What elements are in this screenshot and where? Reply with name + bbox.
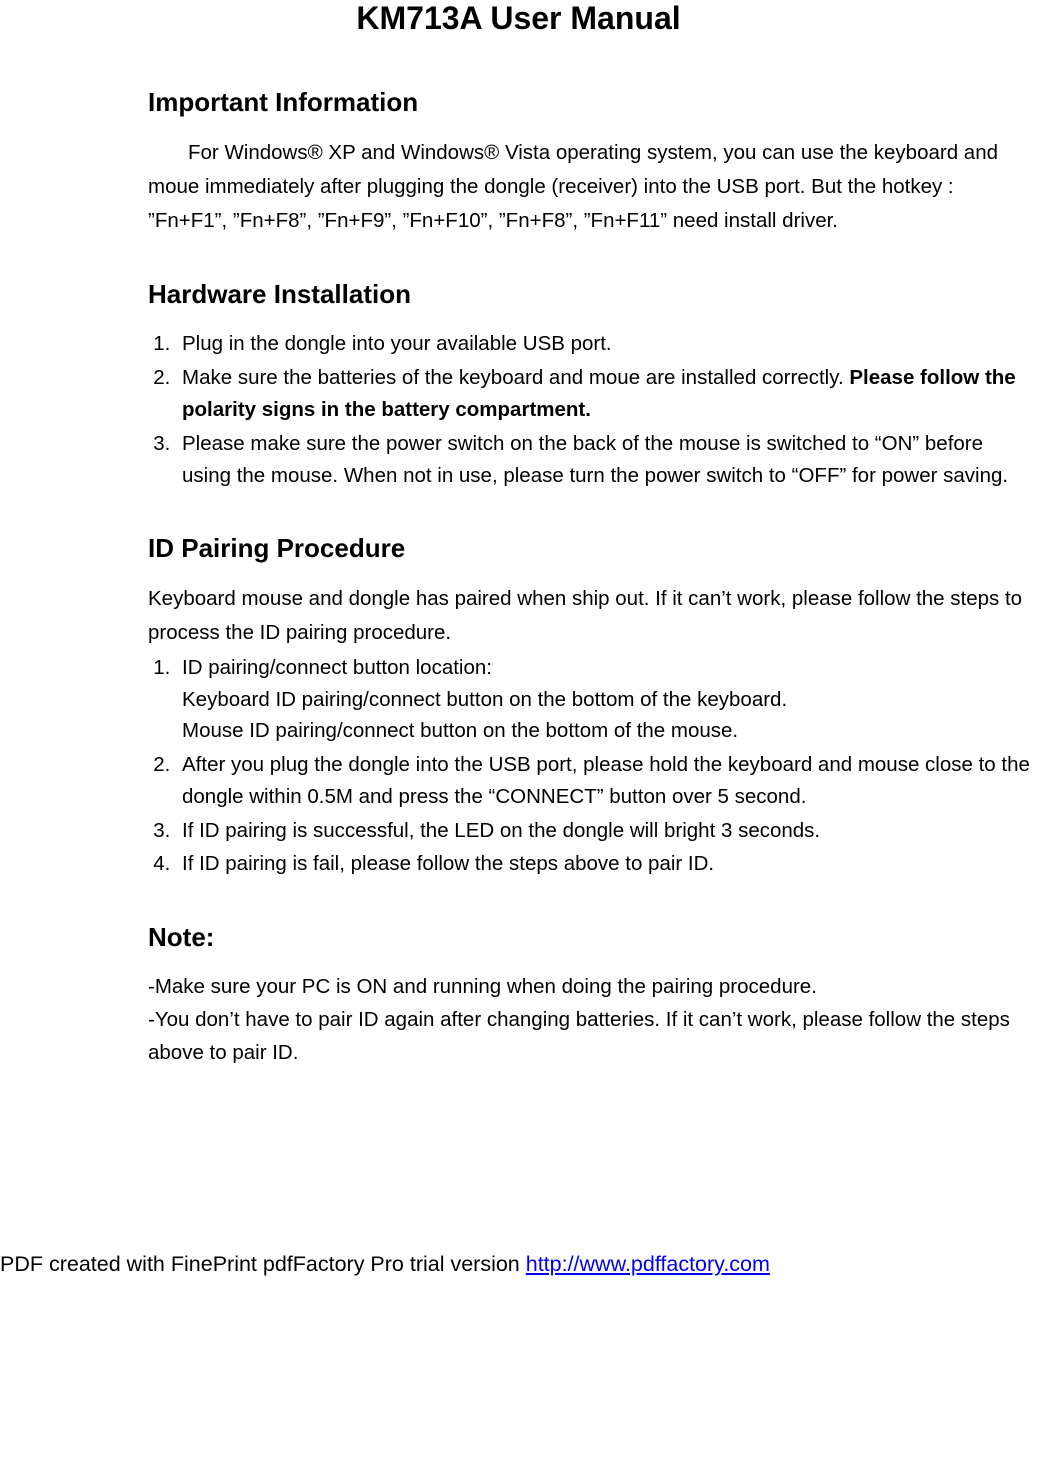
list-item: Please make sure the power switch on the… [176,428,1037,492]
pairing-intro: Keyboard mouse and dongle has paired whe… [148,582,1037,650]
list-item: Plug in the dongle into your available U… [176,328,1037,360]
section-heading-important: Important Information [148,87,1037,118]
list-item-text: If ID pairing is successful, the LED on … [182,819,820,842]
section-heading-pairing: ID Pairing Procedure [148,533,1037,564]
document-title: KM713A User Manual [0,0,1037,37]
list-item: If ID pairing is fail, please follow the… [176,848,1037,880]
footer-text: PDF created with FinePrint pdfFactory Pr… [0,1252,526,1276]
list-item-text: If ID pairing is fail, please follow the… [182,852,714,875]
list-item-subtext: Keyboard ID pairing/connect button on th… [182,684,1037,716]
section-heading-note: Note: [148,922,1037,953]
list-item-text: After you plug the dongle into the USB p… [182,753,1030,808]
list-item-text: Plug in the dongle into your available U… [182,332,612,355]
list-item-text: Please make sure the power switch on the… [182,432,1008,487]
pdf-footer: PDF created with FinePrint pdfFactory Pr… [0,1112,1037,1277]
list-item: Make sure the batteries of the keyboard … [176,362,1037,426]
list-item-text: ID pairing/connect button location: [182,656,492,679]
section-heading-hardware: Hardware Installation [148,279,1037,310]
list-item: ID pairing/connect button location: Keyb… [176,652,1037,747]
document-content: Important Information For Windows® XP an… [0,87,1037,1070]
note-line: -You don’t have to pair ID again after c… [148,1004,1037,1070]
list-item: If ID pairing is successful, the LED on … [176,815,1037,847]
list-item-subtext: Mouse ID pairing/connect button on the b… [182,715,1037,747]
hardware-list: Plug in the dongle into your available U… [148,328,1037,491]
pairing-list: ID pairing/connect button location: Keyb… [148,652,1037,880]
list-item: After you plug the dongle into the USB p… [176,749,1037,813]
important-paragraph: For Windows® XP and Windows® Vista opera… [148,136,1037,237]
note-line: -Make sure your PC is ON and running whe… [148,971,1037,1004]
footer-link[interactable]: http://www.pdffactory.com [526,1252,770,1276]
note-block: -Make sure your PC is ON and running whe… [148,971,1037,1069]
list-item-text: Make sure the batteries of the keyboard … [182,366,849,389]
